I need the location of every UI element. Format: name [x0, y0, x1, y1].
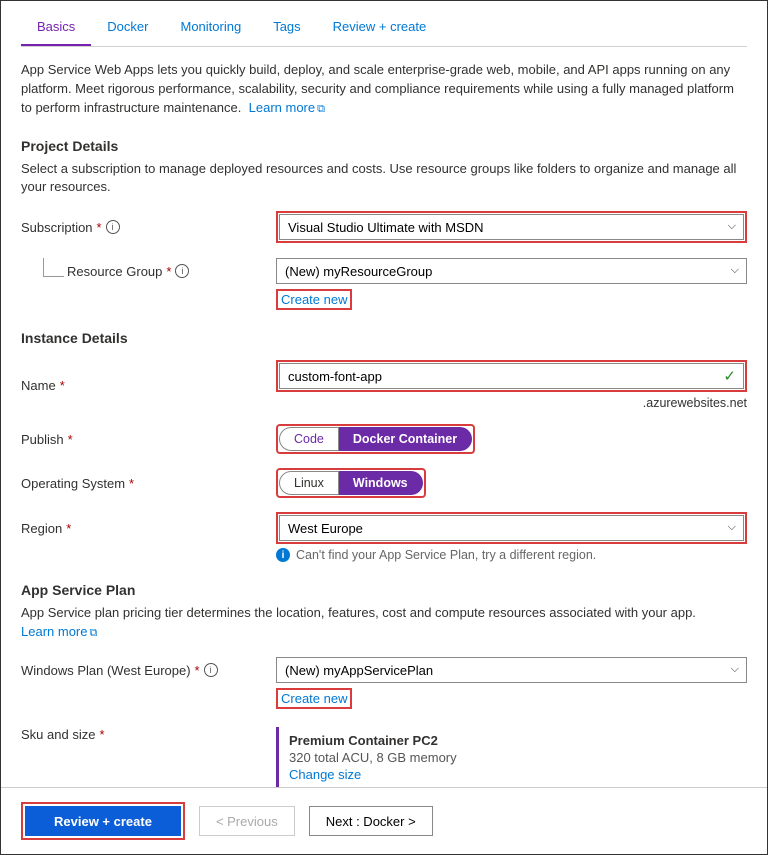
project-details-desc: Select a subscription to manage deployed…	[21, 160, 747, 198]
os-linux-option[interactable]: Linux	[279, 471, 339, 495]
external-link-icon: ⧉	[89, 627, 97, 639]
publish-label: Publish*	[21, 432, 276, 447]
next-button[interactable]: Next : Docker >	[309, 806, 433, 836]
review-create-button[interactable]: Review + create	[25, 806, 181, 836]
instance-details-heading: Instance Details	[21, 330, 747, 346]
resource-group-select[interactable]	[276, 258, 747, 284]
sku-sub: 320 total ACU, 8 GB memory	[289, 750, 737, 765]
footer-bar: Review + create < Previous Next : Docker…	[1, 787, 767, 854]
plan-desc: App Service plan pricing tier determines…	[21, 604, 747, 642]
create-new-plan-link[interactable]: Create new	[279, 689, 349, 708]
info-icon: i	[276, 548, 290, 562]
name-input[interactable]	[279, 363, 744, 389]
app-service-plan-heading: App Service Plan	[21, 582, 747, 598]
publish-docker-option[interactable]: Docker Container	[339, 427, 472, 451]
tab-docker[interactable]: Docker	[91, 9, 164, 46]
info-icon[interactable]: i	[175, 264, 189, 278]
learn-more-link[interactable]: Learn more⧉	[249, 100, 325, 115]
publish-code-option[interactable]: Code	[279, 427, 339, 451]
change-size-link[interactable]: Change size	[289, 767, 361, 782]
tab-monitoring[interactable]: Monitoring	[164, 9, 257, 46]
intro-text: App Service Web Apps lets you quickly bu…	[21, 61, 747, 118]
tab-bar: Basics Docker Monitoring Tags Review + c…	[21, 9, 747, 47]
sku-label: Sku and size*	[21, 727, 276, 742]
sku-title: Premium Container PC2	[289, 733, 737, 748]
tab-basics[interactable]: Basics	[21, 9, 91, 46]
name-label: Name*	[21, 378, 276, 393]
external-link-icon: ⧉	[317, 103, 325, 115]
plan-learn-more-link[interactable]: Learn more⧉	[21, 624, 97, 639]
resource-group-label: Resource Group* i	[21, 264, 276, 279]
os-toggle: Linux Windows	[279, 471, 423, 495]
app-service-plan-select[interactable]	[276, 657, 747, 683]
tab-review[interactable]: Review + create	[317, 9, 443, 46]
region-hint-text: Can't find your App Service Plan, try a …	[296, 548, 596, 562]
tab-tags[interactable]: Tags	[257, 9, 316, 46]
info-icon[interactable]: i	[204, 663, 218, 677]
info-icon[interactable]: i	[106, 220, 120, 234]
publish-toggle: Code Docker Container	[279, 427, 472, 451]
windows-plan-label: Windows Plan (West Europe)* i	[21, 663, 276, 678]
region-select[interactable]	[279, 515, 744, 541]
previous-button: < Previous	[199, 806, 295, 836]
subscription-label: Subscription* i	[21, 220, 276, 235]
checkmark-icon: ✓	[723, 367, 736, 385]
sku-block: Premium Container PC2 320 total ACU, 8 G…	[276, 727, 747, 787]
region-label: Region*	[21, 521, 276, 536]
project-details-heading: Project Details	[21, 138, 747, 154]
subscription-select[interactable]	[279, 214, 744, 240]
os-windows-option[interactable]: Windows	[339, 471, 423, 495]
create-new-rg-link[interactable]: Create new	[279, 290, 349, 309]
domain-suffix: .azurewebsites.net	[276, 396, 747, 410]
os-label: Operating System*	[21, 476, 276, 491]
